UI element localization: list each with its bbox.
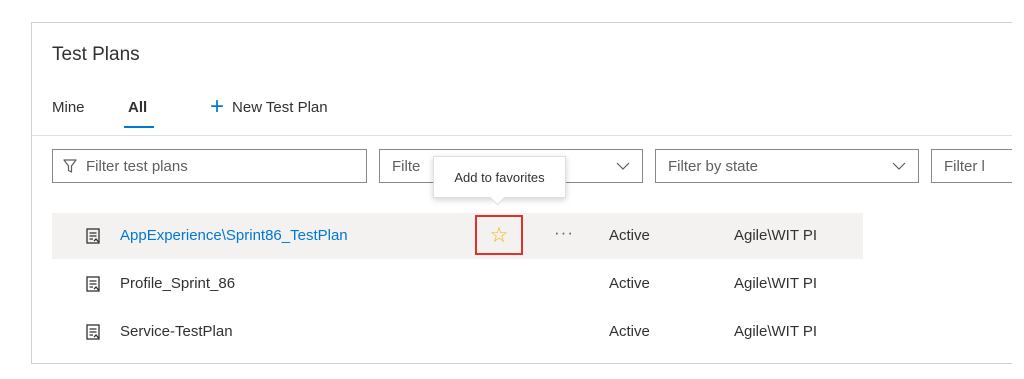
- row-area-path: Agile\WIT PI: [734, 227, 818, 244]
- test-plan-name[interactable]: Profile_Sprint_86: [120, 275, 235, 292]
- test-plan-icon: [86, 276, 100, 292]
- test-plan-name[interactable]: Service-TestPlan: [120, 323, 233, 340]
- filter-by-state-placeholder: Filter by state: [668, 157, 759, 175]
- filter-funnel-icon: [63, 158, 77, 173]
- more-actions-button[interactable]: ···: [554, 223, 574, 243]
- test-plans-panel: Test Plans Mine All + New Test Plan Filt…: [31, 22, 1012, 364]
- row-state: Active: [609, 227, 650, 244]
- tab-selected-indicator: [124, 126, 154, 128]
- row-state: Active: [609, 275, 650, 292]
- add-to-favorites-tooltip: Add to favorites: [433, 156, 566, 206]
- row-area-path: Agile\WIT PI: [734, 323, 818, 340]
- plus-icon: +: [210, 93, 225, 120]
- test-plan-icon: [86, 324, 100, 340]
- page-title: Test Plans: [52, 44, 140, 65]
- tab-all[interactable]: All: [128, 99, 147, 116]
- star-outline-icon: ☆: [489, 223, 509, 247]
- test-plan-name-link[interactable]: AppExperience\Sprint86_TestPlan: [120, 227, 348, 244]
- tab-mine[interactable]: Mine: [52, 99, 85, 116]
- chevron-down-icon: [892, 162, 906, 170]
- test-plan-icon: [86, 228, 100, 244]
- filter-by-state-dropdown[interactable]: Filter by state: [655, 149, 919, 183]
- table-row[interactable]: AppExperience\Sprint86_TestPlan ☆ ··· Ac…: [52, 213, 863, 259]
- row-area-path: Agile\WIT PI: [734, 275, 818, 292]
- new-test-plan-button[interactable]: + New Test Plan: [210, 95, 328, 119]
- row-state: Active: [609, 323, 650, 340]
- new-test-plan-label: New Test Plan: [232, 98, 328, 116]
- filter-second-placeholder: Filte: [392, 157, 421, 175]
- filter-fourth-dropdown[interactable]: Filter l: [931, 149, 1012, 183]
- add-to-favorites-button[interactable]: ☆: [475, 215, 523, 255]
- header-divider: [32, 135, 1012, 136]
- table-row[interactable]: Service-TestPlan Active Agile\WIT PI: [52, 309, 863, 355]
- table-row[interactable]: Profile_Sprint_86 Active Agile\WIT PI: [52, 261, 863, 307]
- filter-fourth-placeholder: Filter l: [944, 157, 985, 175]
- chevron-down-icon: [616, 162, 630, 170]
- tooltip-text: Add to favorites: [454, 169, 545, 185]
- filter-test-plans-placeholder: Filter test plans: [86, 157, 188, 175]
- filter-test-plans-input[interactable]: Filter test plans: [52, 149, 367, 183]
- tooltip-beak: [489, 189, 506, 206]
